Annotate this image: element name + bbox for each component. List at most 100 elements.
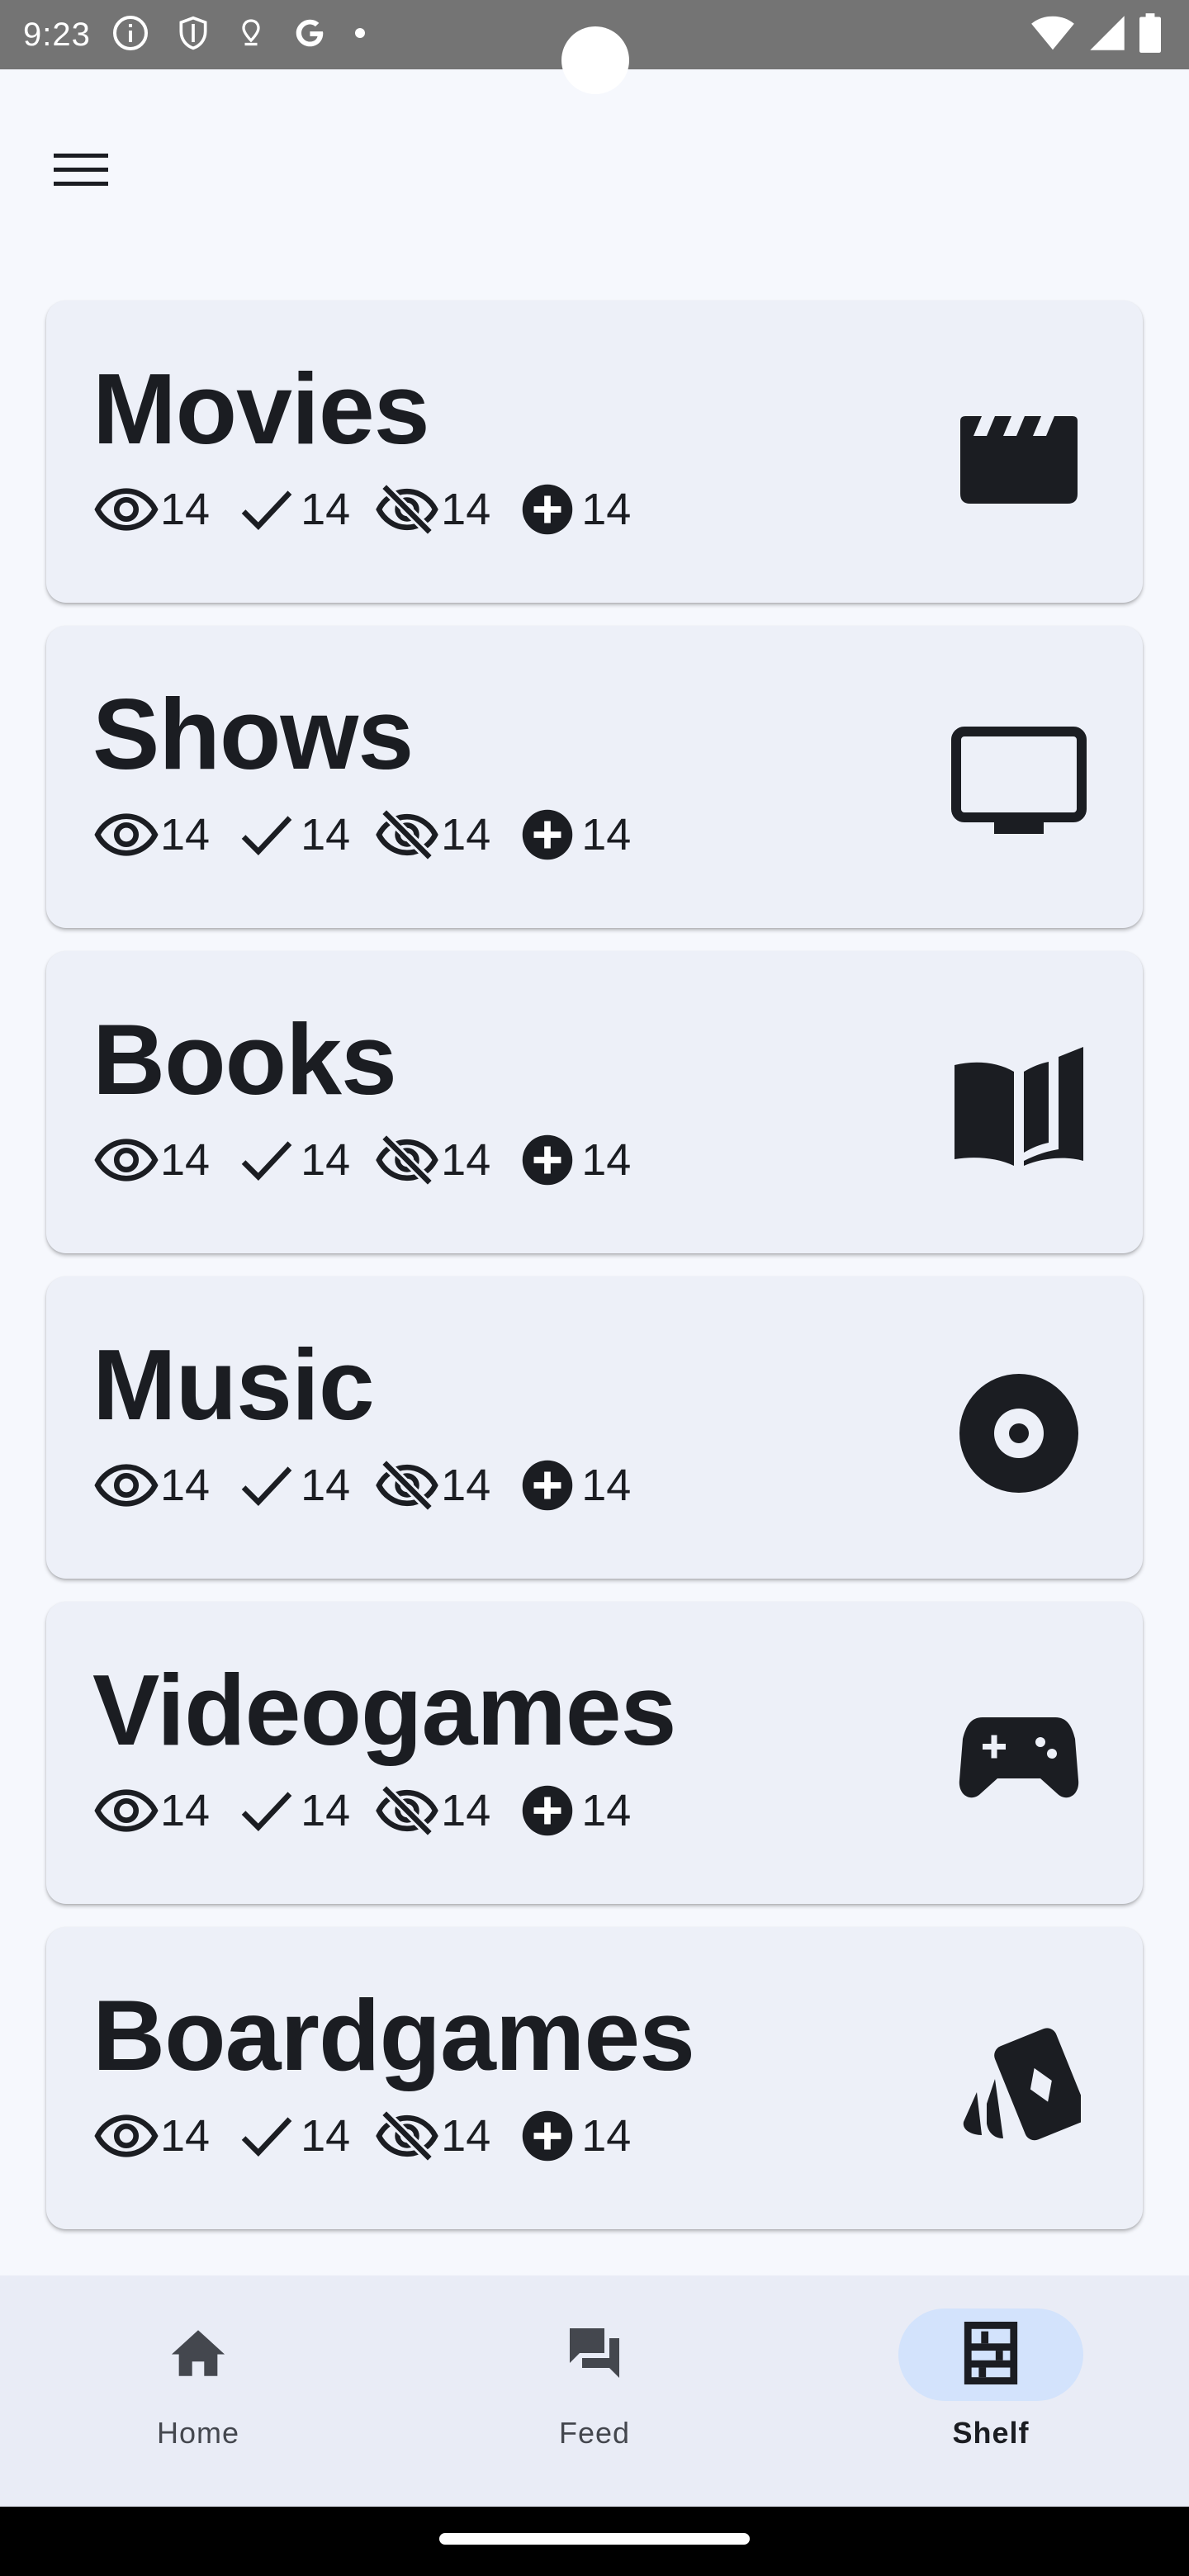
- nav-item-home[interactable]: Home: [0, 2275, 396, 2507]
- add-circle-icon: [515, 1133, 580, 1187]
- stat-watching: 14: [94, 1133, 210, 1187]
- stat-value: 14: [160, 485, 211, 534]
- category-stats: 14 14 14 14: [94, 807, 656, 862]
- category-stats: 14 14 14 14: [94, 1458, 656, 1513]
- stat-value: 14: [160, 1786, 211, 1835]
- eye-icon: [94, 1458, 159, 1513]
- eye-off-icon: [375, 2109, 439, 2163]
- nav-label: Shelf: [952, 2416, 1030, 2450]
- stat-dropped: 14: [375, 807, 490, 862]
- nav-item-shelf[interactable]: Shelf: [793, 2275, 1189, 2507]
- stat-value: 14: [441, 1461, 491, 1510]
- stat-value: 14: [160, 1135, 211, 1185]
- stat-dropped: 14: [375, 1133, 490, 1187]
- category-card-shows[interactable]: Shows 14 14 14 14: [46, 626, 1143, 928]
- stat-value: 14: [441, 810, 491, 859]
- eye-icon: [94, 807, 159, 862]
- bottom-navigation: Home Feed Shelf: [0, 2275, 1189, 2507]
- category-title: Videogames: [92, 1654, 677, 1766]
- nav-label: Home: [156, 2416, 240, 2450]
- stat-planned: 14: [515, 1458, 631, 1513]
- status-time: 9:23: [23, 16, 91, 53]
- stat-done: 14: [234, 807, 350, 862]
- category-title: Books: [92, 1003, 397, 1115]
- stat-value: 14: [301, 1135, 351, 1185]
- eye-icon: [94, 1783, 159, 1838]
- book-icon: [945, 1034, 1093, 1182]
- add-circle-icon: [515, 482, 580, 537]
- category-card-music[interactable]: Music 14 14 14 14: [46, 1276, 1143, 1579]
- stat-value: 14: [301, 1461, 351, 1510]
- category-card-books[interactable]: Books 14 14 14 14: [46, 951, 1143, 1253]
- nav-item-feed[interactable]: Feed: [396, 2275, 793, 2507]
- location-pin-icon: [236, 15, 266, 55]
- disc-icon: [945, 1359, 1093, 1508]
- nav-label: Feed: [558, 2416, 631, 2450]
- check-icon: [234, 807, 299, 862]
- stat-dropped: 14: [375, 482, 490, 537]
- stat-planned: 14: [515, 2109, 631, 2163]
- stat-value: 14: [301, 485, 351, 534]
- stat-value: 14: [581, 1786, 632, 1835]
- category-stats: 14 14 14 14: [94, 2109, 656, 2163]
- category-card-boardgames[interactable]: Boardgames 14 14 14 14: [46, 1927, 1143, 2229]
- stat-done: 14: [234, 1133, 350, 1187]
- stat-watching: 14: [94, 807, 210, 862]
- eye-icon: [94, 1133, 159, 1187]
- stat-watching: 14: [94, 2109, 210, 2163]
- stat-value: 14: [581, 485, 632, 534]
- check-icon: [234, 482, 299, 537]
- category-title: Shows: [92, 678, 414, 790]
- info-icon: [111, 13, 150, 57]
- dot-icon: [353, 26, 367, 44]
- category-title: Music: [92, 1328, 375, 1441]
- shelves-icon: [964, 2321, 1018, 2389]
- battery-icon: [1139, 12, 1161, 57]
- stat-done: 14: [234, 1783, 350, 1838]
- eye-off-icon: [375, 1783, 439, 1838]
- stat-value: 14: [160, 2111, 211, 2161]
- eye-off-icon: [375, 482, 439, 537]
- category-card-videogames[interactable]: Videogames 14 14 14 14: [46, 1602, 1143, 1904]
- add-circle-icon: [515, 2109, 580, 2163]
- eye-off-icon: [375, 1458, 439, 1513]
- eye-off-icon: [375, 807, 439, 862]
- stat-watching: 14: [94, 1458, 210, 1513]
- stat-value: 14: [441, 2111, 491, 2161]
- status-icons-right: [1030, 12, 1161, 57]
- top-app-bar: [0, 69, 1189, 258]
- stat-value: 14: [581, 2111, 632, 2161]
- eye-icon: [94, 482, 159, 537]
- stat-value: 14: [581, 810, 632, 859]
- category-stats: 14 14 14 14: [94, 482, 656, 537]
- status-icons-left: [111, 13, 367, 57]
- check-icon: [234, 2109, 299, 2163]
- stat-value: 14: [160, 1461, 211, 1510]
- add-circle-icon: [515, 807, 580, 862]
- clapperboard-icon: [945, 383, 1093, 532]
- stat-value: 14: [581, 1461, 632, 1510]
- home-gesture-handle[interactable]: [439, 2533, 750, 2545]
- category-stats: 14 14 14 14: [94, 1783, 656, 1838]
- stat-done: 14: [234, 2109, 350, 2163]
- stat-planned: 14: [515, 1783, 631, 1838]
- menu-button[interactable]: [45, 135, 117, 208]
- stat-value: 14: [441, 1135, 491, 1185]
- home-icon: [169, 2327, 227, 2383]
- add-circle-icon: [515, 1783, 580, 1838]
- category-title: Boardgames: [92, 1979, 695, 2091]
- playing-cards-icon: [945, 2010, 1093, 2158]
- check-icon: [234, 1783, 299, 1838]
- stat-watching: 14: [94, 482, 210, 537]
- category-title: Movies: [92, 353, 430, 465]
- stat-value: 14: [581, 1135, 632, 1185]
- tv-icon: [945, 708, 1093, 857]
- stat-value: 14: [160, 810, 211, 859]
- check-icon: [234, 1133, 299, 1187]
- stat-value: 14: [301, 810, 351, 859]
- nav-pill: [502, 2308, 687, 2401]
- eye-icon: [94, 2109, 159, 2163]
- stat-planned: 14: [515, 807, 631, 862]
- stat-value: 14: [441, 1786, 491, 1835]
- category-card-movies[interactable]: Movies 14 14 14 14: [46, 301, 1143, 603]
